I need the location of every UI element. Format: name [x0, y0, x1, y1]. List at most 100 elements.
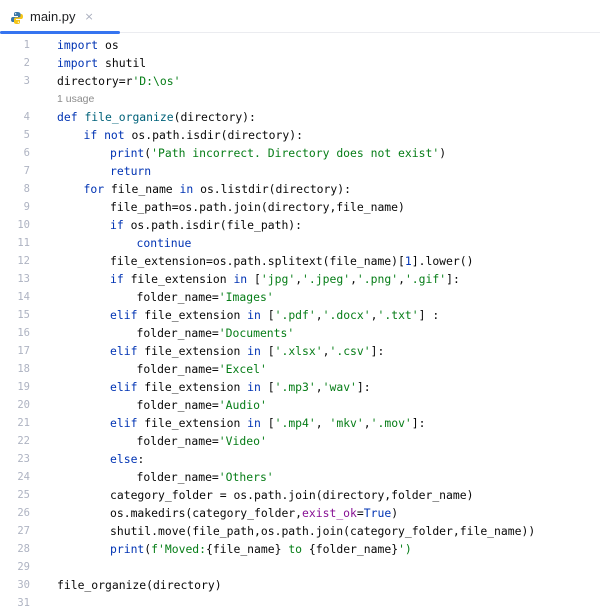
code-text: folder_name='Others'	[137, 468, 274, 486]
code-line[interactable]: 26 os.makedirs(category_folder,exist_ok=T…	[0, 504, 600, 522]
code-token: [	[260, 344, 275, 358]
code-token: in	[247, 380, 261, 394]
code-text: return	[110, 162, 151, 180]
line-number: 25	[17, 489, 30, 501]
code-token: import	[57, 38, 99, 52]
code-line[interactable]: 15 elif file_extension in ['.pdf','.docx'…	[0, 306, 600, 324]
code-line[interactable]: 5 if not os.path.isdir(directory):	[0, 126, 600, 144]
code-line[interactable]: 10 if os.path.isdir(file_path):	[0, 216, 600, 234]
code-text: if os.path.isdir(file_path):	[110, 216, 302, 234]
code-token: '.mov'	[370, 416, 412, 430]
code-line[interactable]: 20 folder_name='Audio'	[0, 396, 600, 414]
code-line[interactable]: 27 shutil.move(file_path,os.path.join(cat…	[0, 522, 600, 540]
code-token: ,	[315, 308, 323, 322]
code-line[interactable]: 23 else:	[0, 450, 600, 468]
code-token: '.jpeg'	[302, 272, 351, 286]
code-token: elif	[110, 308, 138, 322]
code-token: file_name	[104, 182, 180, 196]
code-text: import os	[57, 36, 119, 54]
code-text: if not os.path.isdir(directory):	[84, 126, 303, 144]
active-tab-indicator	[0, 31, 120, 34]
code-token: shutil	[98, 56, 147, 70]
code-line[interactable]: 9 file_path=os.path.join(directory,file_n…	[0, 198, 600, 216]
code-token: in	[247, 416, 261, 430]
code-text: elif file_extension in ['.xlsx','.csv']:	[110, 342, 384, 360]
code-line[interactable]: 25 category_folder = os.path.join(directo…	[0, 486, 600, 504]
code-token: folder_name=	[136, 398, 219, 412]
code-text: folder_name='Excel'	[137, 360, 267, 378]
code-token: 'Path incorrect. Directory does not exis…	[151, 146, 440, 160]
code-token: shutil.move(file_path,os.path.join(categ…	[110, 524, 536, 538]
tab-label: main.py	[30, 9, 76, 24]
line-number: 24	[17, 471, 30, 483]
code-line[interactable]: 17 elif file_extension in ['.xlsx','.csv'…	[0, 342, 600, 360]
code-token: os.makedirs(category_folder,	[110, 506, 303, 520]
python-file-icon	[10, 10, 24, 24]
code-token: ,	[315, 416, 330, 430]
code-line[interactable]: 12 file_extension=os.path.splitext(file_n…	[0, 252, 600, 270]
code-token: '.png'	[356, 272, 399, 286]
usage-hint[interactable]: 1 usage	[0, 90, 600, 108]
code-token: 'Audio'	[218, 398, 267, 412]
line-number: 30	[17, 579, 30, 591]
code-line[interactable]: 28 print(f'Moved:{file_name} to {folder_n…	[0, 540, 600, 558]
code-token: ')	[398, 542, 412, 556]
code-line[interactable]: 4 def file_organize(directory):	[0, 108, 600, 126]
code-line[interactable]: 22 folder_name='Video'	[0, 432, 600, 450]
code-token: '.docx'	[322, 308, 371, 322]
code-token: file_path=os.path.join(directory,file_na…	[110, 200, 405, 214]
code-token: )	[439, 146, 447, 160]
code-token: elif	[110, 380, 138, 394]
code-line[interactable]: 6 print('Path incorrect. Directory does n…	[0, 144, 600, 162]
code-line[interactable]: 2 import shutil	[0, 54, 600, 72]
code-line[interactable]: 29	[0, 558, 600, 576]
code-token: 'mkv'	[329, 416, 364, 430]
tab-main-py[interactable]: main.py ×	[0, 0, 120, 34]
code-token: 'Documents'	[218, 326, 295, 340]
line-number: 29	[17, 561, 30, 573]
code-line[interactable]: 18 folder_name='Excel'	[0, 360, 600, 378]
code-token: continue	[136, 236, 192, 250]
code-token: ].lower()	[411, 254, 474, 268]
code-token: 'D:\os'	[132, 74, 181, 88]
code-text: elif file_extension in ['.pdf','.docx','…	[110, 306, 439, 324]
close-icon[interactable]: ×	[85, 10, 94, 23]
code-line[interactable]: 19 elif file_extension in ['.mp3','wav']:	[0, 378, 600, 396]
line-number: 13	[17, 273, 30, 285]
code-token: def	[57, 110, 78, 124]
code-text: def file_organize(directory):	[57, 108, 256, 126]
code-line[interactable]: 14 folder_name='Images'	[0, 288, 600, 306]
code-line[interactable]: 11 continue	[0, 234, 600, 252]
code-token: os	[98, 38, 119, 52]
code-token: '.mp4'	[274, 416, 316, 430]
code-token: ]:	[411, 416, 426, 430]
code-token: ]:	[370, 344, 385, 358]
code-line[interactable]: 24 folder_name='Others'	[0, 468, 600, 486]
code-token: file_extension	[137, 380, 248, 394]
code-token: file_extension=os.path.splitext(file_nam…	[110, 254, 405, 268]
code-token: print	[110, 542, 145, 556]
code-token: 'wav'	[322, 380, 357, 394]
code-token: folder_name=	[136, 290, 219, 304]
code-line[interactable]: 16 folder_name='Documents'	[0, 324, 600, 342]
code-line[interactable]: 31	[0, 594, 600, 612]
code-line[interactable]: 30 file_organize(directory)	[0, 576, 600, 594]
line-number: 7	[23, 165, 30, 177]
code-line[interactable]: 13 if file_extension in ['jpg','.jpeg','.…	[0, 270, 600, 288]
code-token: file_extension	[137, 416, 248, 430]
code-token: elif	[110, 416, 138, 430]
code-token: file_extension	[137, 344, 248, 358]
code-line[interactable]: 1 import os	[0, 36, 600, 54]
code-token: (directory):	[173, 110, 256, 124]
code-token: exist_ok	[302, 506, 357, 520]
code-token: '.xlsx'	[274, 344, 323, 358]
code-token: if	[110, 218, 124, 232]
code-line[interactable]: 3 directory=r'D:\os'	[0, 72, 600, 90]
code-token: ] :	[418, 308, 440, 322]
code-line[interactable]: 21 elif file_extension in ['.mp4', 'mkv',…	[0, 414, 600, 432]
code-token: 'Images'	[218, 290, 274, 304]
code-line[interactable]: 7 return	[0, 162, 600, 180]
code-token: folder_name=	[136, 362, 219, 376]
code-text: folder_name='Documents'	[137, 324, 295, 342]
code-line[interactable]: 8 for file_name in os.listdir(directory):	[0, 180, 600, 198]
